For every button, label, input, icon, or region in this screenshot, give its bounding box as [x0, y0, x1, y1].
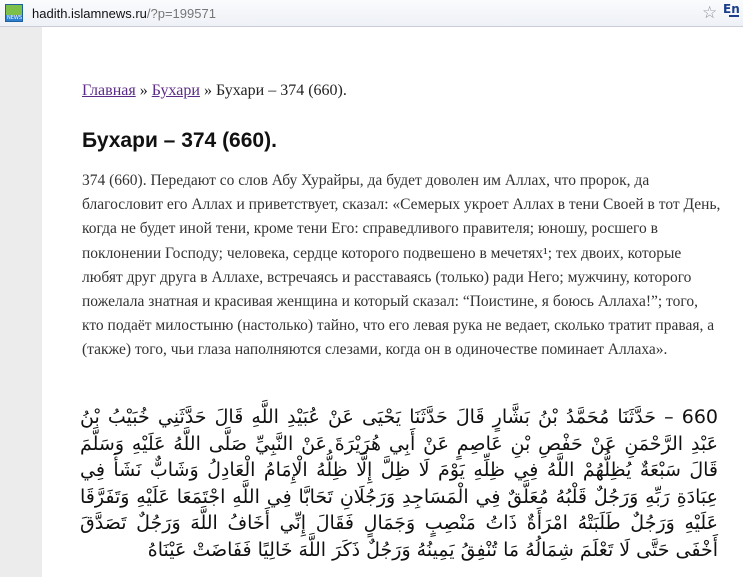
breadcrumb-current: Бухари – 374 (660). — [215, 82, 347, 99]
star-icon[interactable]: ☆ — [702, 3, 717, 23]
page-title: Бухари – 374 (660). — [82, 129, 277, 152]
language-label: En — [723, 2, 740, 16]
hadith-arabic-text: 660 – حَدَّثَنَا مُحَمَّدُ بْنُ بَشَّارٍ… — [80, 406, 718, 561]
url-field[interactable]: hadith.islamnews.ru/?p=199571 — [32, 6, 216, 21]
url-path: /?p=199571 — [146, 6, 216, 21]
breadcrumb: Главная » Бухари » Бухари – 374 (660). — [82, 82, 347, 100]
page-content: Главная » Бухари » Бухари – 374 (660). Б… — [42, 27, 743, 577]
site-favicon-icon: NEWS — [5, 4, 23, 22]
language-button[interactable]: En — [723, 2, 741, 22]
url-host: hadith.islamnews.ru — [32, 6, 147, 21]
browser-address-bar: NEWS hadith.islamnews.ru/?p=199571 ☆ En — [0, 0, 743, 27]
breadcrumb-category-link[interactable]: Бухари — [152, 82, 200, 99]
breadcrumb-home-link[interactable]: Главная — [82, 82, 136, 99]
breadcrumb-separator: » — [199, 82, 216, 99]
breadcrumb-separator: » — [135, 82, 152, 99]
hadith-translation: 374 (660). Передают со слов Абу Хурайры,… — [82, 172, 721, 359]
